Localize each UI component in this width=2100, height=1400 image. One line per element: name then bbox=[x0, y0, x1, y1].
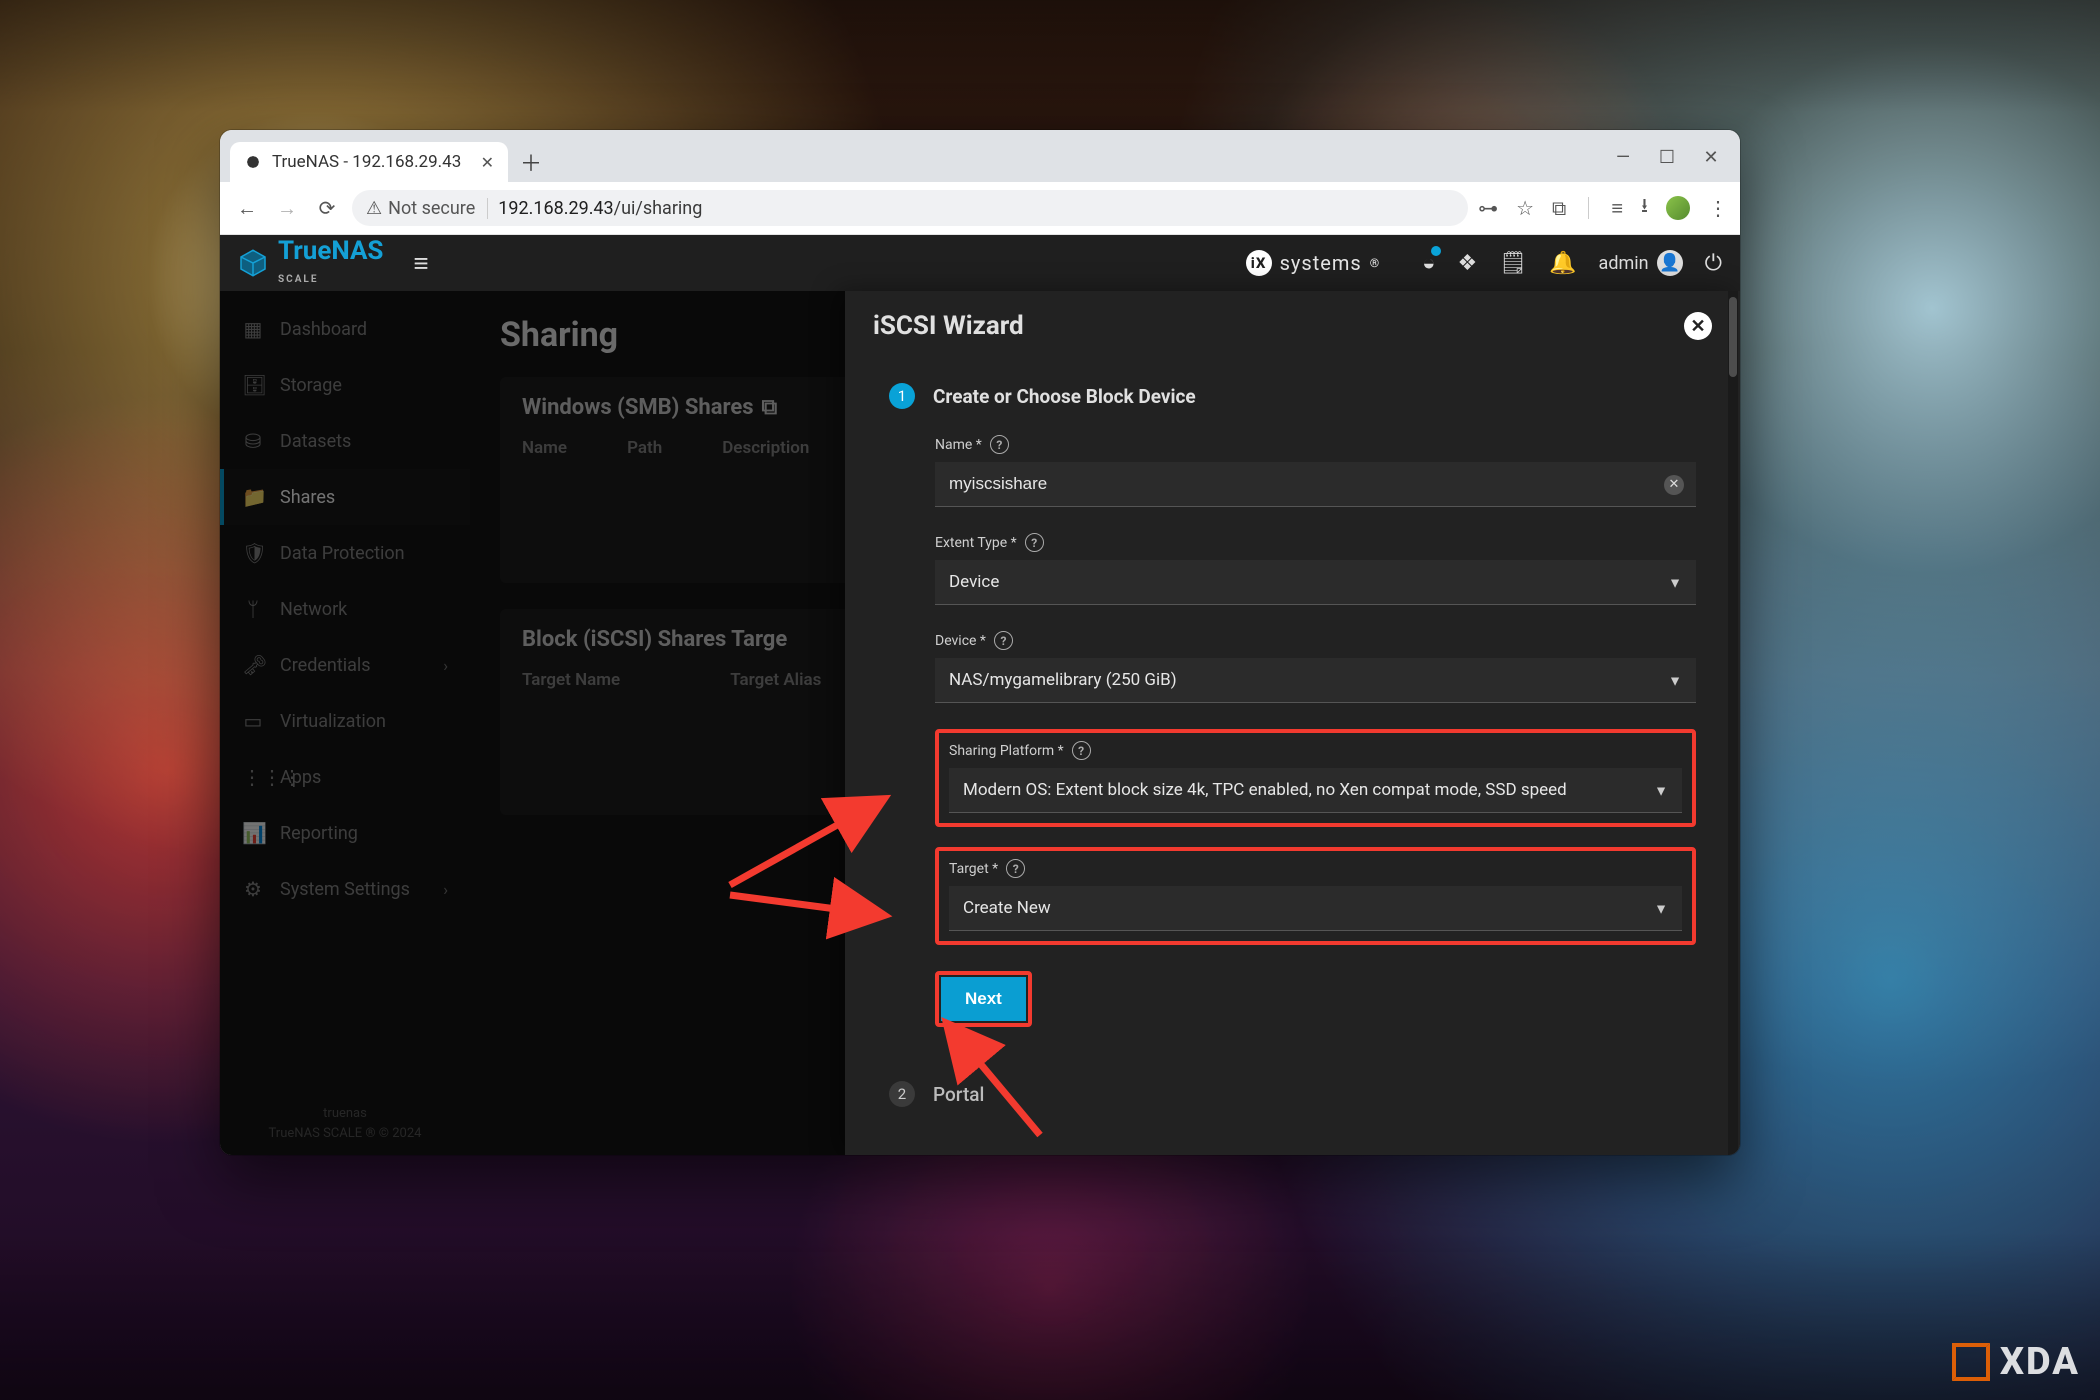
field-name: Name *? ✕ bbox=[935, 435, 1696, 507]
ixsystems-logo[interactable]: iX systems® bbox=[1246, 250, 1381, 276]
favicon-icon bbox=[244, 153, 262, 171]
logo-cube-icon bbox=[238, 248, 268, 278]
scrollbar[interactable] bbox=[1728, 291, 1738, 1155]
device-select[interactable]: NAS/mygamelibrary (250 GiB) bbox=[935, 658, 1696, 703]
help-icon[interactable]: ? bbox=[1072, 741, 1091, 760]
downloads-icon[interactable]: ⭳ bbox=[1641, 191, 1648, 225]
close-tab-icon[interactable]: ✕ bbox=[481, 153, 494, 172]
address-bar: ← → ⟳ ⚠ Not secure 192.168.29.43/ui/shar… bbox=[220, 182, 1740, 235]
annotation-callout-target: Target *? Create New ▼ bbox=[935, 847, 1696, 945]
profile-avatar-icon[interactable] bbox=[1666, 196, 1690, 220]
status-icon[interactable]: ◒ bbox=[1422, 250, 1435, 276]
wizard-title: iSCSI Wizard bbox=[873, 311, 1024, 341]
field-extent-type: Extent Type *? Device ▼ bbox=[935, 533, 1696, 605]
avatar-icon: 👤 bbox=[1657, 250, 1683, 276]
help-icon[interactable]: ? bbox=[990, 435, 1009, 454]
bell-icon[interactable]: 🔔 bbox=[1549, 251, 1576, 276]
kebab-menu-icon[interactable]: ⋮ bbox=[1708, 196, 1728, 220]
clipboard-icon[interactable]: 🗒 bbox=[1499, 251, 1527, 276]
name-input[interactable] bbox=[935, 462, 1696, 507]
extent-type-select[interactable]: Device bbox=[935, 560, 1696, 605]
step-1-title: Create or Choose Block Device bbox=[933, 385, 1196, 408]
url-text: 192.168.29.43/ui/sharing bbox=[498, 198, 702, 219]
sharing-platform-select[interactable]: Modern OS: Extent block size 4k, TPC ena… bbox=[949, 768, 1682, 813]
step-badge-2: 2 bbox=[889, 1081, 915, 1107]
help-icon[interactable]: ? bbox=[994, 631, 1013, 650]
app-topbar: TrueNAS SCALE ≡ iX systems® ◒ ❖ 🗒 🔔 admi… bbox=[220, 235, 1740, 291]
iscsi-wizard-panel: iSCSI Wizard ✕ 1 Create or Choose Block … bbox=[845, 291, 1740, 1155]
back-icon[interactable]: ← bbox=[232, 193, 262, 223]
annotation-callout-next: Next bbox=[935, 971, 1032, 1027]
field-device: Device *? NAS/mygamelibrary (250 GiB) ▼ bbox=[935, 631, 1696, 703]
reading-list-icon[interactable]: ≡ bbox=[1611, 196, 1623, 221]
wizard-step-2-header[interactable]: 2 Portal bbox=[889, 1081, 1696, 1107]
truenas-logo[interactable]: TrueNAS SCALE bbox=[238, 240, 383, 287]
scrollbar-thumb[interactable] bbox=[1729, 297, 1737, 377]
new-tab-button[interactable]: ＋ bbox=[514, 145, 548, 179]
security-chip[interactable]: ⚠ Not secure bbox=[366, 198, 488, 219]
close-icon[interactable]: ✕ bbox=[1684, 312, 1712, 340]
truenas-app: TrueNAS SCALE ≡ iX systems® ◒ ❖ 🗒 🔔 admi… bbox=[220, 235, 1740, 1155]
help-icon[interactable]: ? bbox=[1006, 859, 1025, 878]
reload-icon[interactable]: ⟳ bbox=[312, 193, 342, 223]
help-icon[interactable]: ? bbox=[1025, 533, 1044, 552]
warning-icon: ⚠ bbox=[366, 198, 382, 219]
power-icon[interactable]: ⏻ bbox=[1705, 251, 1722, 276]
layers-icon[interactable]: ❖ bbox=[1457, 251, 1477, 276]
tab-strip: TrueNAS - 192.168.29.43 ✕ ＋ ― ☐ ✕ bbox=[220, 130, 1740, 182]
next-button[interactable]: Next bbox=[941, 977, 1026, 1021]
target-select[interactable]: Create New bbox=[949, 886, 1682, 931]
bookmark-star-icon[interactable]: ☆ bbox=[1516, 196, 1534, 220]
minimize-icon[interactable]: ― bbox=[1614, 147, 1632, 168]
password-key-icon[interactable]: ⊶ bbox=[1478, 196, 1498, 220]
forward-icon[interactable]: → bbox=[272, 193, 302, 223]
step-badge-1: 1 bbox=[889, 383, 915, 409]
maximize-icon[interactable]: ☐ bbox=[1658, 147, 1676, 168]
step-2-title: Portal bbox=[933, 1083, 984, 1106]
user-menu[interactable]: admin 👤 bbox=[1599, 250, 1683, 276]
addrbar-icons: ⊶ ☆ ⧉ ≡ ⭳ ⋮ bbox=[1478, 191, 1728, 225]
close-window-icon[interactable]: ✕ bbox=[1702, 147, 1720, 168]
tab-title: TrueNAS - 192.168.29.43 bbox=[272, 152, 461, 172]
browser-window: TrueNAS - 192.168.29.43 ✕ ＋ ― ☐ ✕ ← → ⟳ … bbox=[220, 130, 1740, 1155]
hamburger-icon[interactable]: ≡ bbox=[413, 248, 428, 279]
omnibox[interactable]: ⚠ Not secure 192.168.29.43/ui/sharing bbox=[352, 190, 1468, 226]
window-controls: ― ☐ ✕ bbox=[1614, 147, 1730, 182]
xda-watermark: XDA bbox=[1952, 1340, 2080, 1384]
browser-tab[interactable]: TrueNAS - 192.168.29.43 ✕ bbox=[230, 142, 508, 182]
clear-input-icon[interactable]: ✕ bbox=[1664, 475, 1684, 495]
annotation-callout-platform: Sharing Platform *? Modern OS: Extent bl… bbox=[935, 729, 1696, 827]
extensions-icon[interactable]: ⧉ bbox=[1552, 196, 1566, 220]
wizard-step-1-header: 1 Create or Choose Block Device bbox=[889, 383, 1696, 409]
ix-badge-icon: iX bbox=[1246, 250, 1272, 276]
